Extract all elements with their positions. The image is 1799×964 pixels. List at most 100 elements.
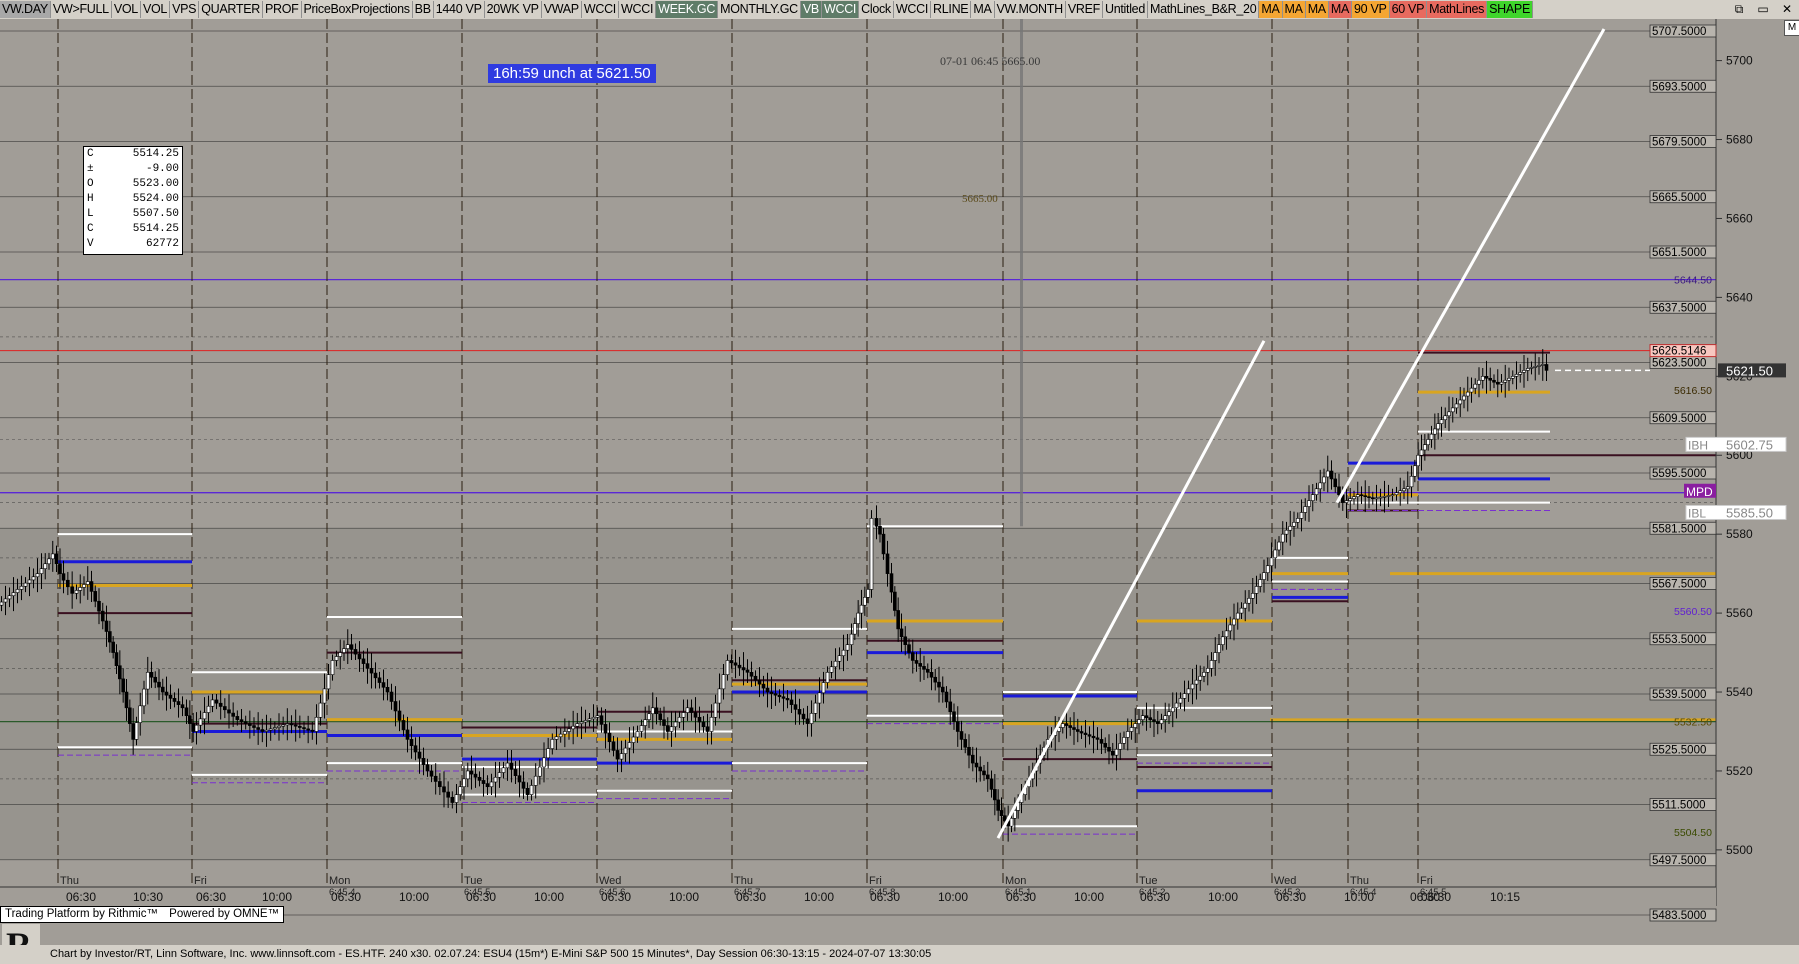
toolbar-button-2[interactable]: VOL [112, 1, 141, 18]
candle-body [465, 770, 470, 780]
toolbar-button-3[interactable]: VOL [141, 1, 171, 18]
candle-body [599, 715, 604, 725]
candle-body [1224, 630, 1229, 638]
price-box-label: 5525.5000 [1652, 744, 1706, 756]
toolbar-button-11[interactable]: VWAP [542, 1, 582, 18]
candle-body [1152, 719, 1156, 722]
candle-body [381, 682, 386, 688]
candle-body [223, 706, 227, 711]
candle-body [701, 721, 706, 728]
candle-body [310, 729, 315, 732]
toolbar-button-29[interactable]: MA [1328, 1, 1352, 18]
y-tick-label: 5680 [1726, 133, 1753, 147]
candle-body [322, 688, 327, 704]
y-tick-label: 5580 [1726, 527, 1753, 541]
candle-body [654, 707, 659, 715]
candle-body [1322, 476, 1326, 484]
price-box-label: 5511.5000 [1652, 800, 1706, 812]
toolbar-button-33[interactable]: SHAPE [1487, 1, 1533, 18]
y-tick-label: 5660 [1726, 211, 1753, 225]
candle-body [469, 770, 474, 775]
price-chart[interactable]: 07-01 06:45 5665.00 5665.00 5500 5520 5540 55… [0, 19, 1799, 945]
scale-mode-button[interactable]: M [1784, 20, 1799, 36]
toolbar-button-30[interactable]: 90 VP [1352, 1, 1390, 18]
candle-body [264, 729, 269, 732]
toolbar-button-18[interactable]: Clock [859, 1, 894, 18]
toolbar-button-6[interactable]: PROF [263, 1, 302, 18]
toolbar-button-32[interactable]: MathLines [1427, 1, 1488, 18]
toolbar-button-14[interactable]: WEEK.GC [656, 1, 719, 18]
candle-body [227, 709, 231, 714]
candle-body [188, 715, 192, 724]
candle-body [550, 739, 555, 749]
toolbar-button-13[interactable]: WCCI [619, 1, 657, 18]
toolbar-button-7[interactable]: PriceBoxProjections [302, 1, 413, 18]
toolbar-button-16[interactable]: VB [800, 1, 822, 18]
toolbar-button-25[interactable]: MathLines_B&R_20 [1148, 1, 1260, 18]
candle-body [856, 612, 860, 624]
candle-body [1280, 533, 1285, 543]
toolbar-button-23[interactable]: VREF [1066, 1, 1103, 18]
candle-body [893, 591, 897, 611]
toolbar-button-28[interactable]: MA [1305, 1, 1329, 18]
candle-body [859, 604, 864, 614]
candle-body [421, 758, 426, 765]
candle-body [365, 663, 370, 669]
candle-body [721, 674, 726, 690]
candle-body [43, 563, 48, 570]
toolbar-button-8[interactable]: BB [413, 1, 434, 18]
toolbar-button-17[interactable]: WCCI [821, 1, 860, 18]
candle-body [7, 595, 12, 600]
candle-body [985, 774, 990, 780]
candle-body [1398, 490, 1403, 494]
ohlc-row: C 5514.25 [84, 222, 182, 237]
candle-body [1174, 702, 1179, 709]
toolbar-button-19[interactable]: WCCI [894, 1, 932, 18]
candle-body [61, 573, 66, 581]
toolbar-button-9[interactable]: 1440 VP [434, 1, 485, 18]
candle-body [330, 660, 335, 675]
candle-body [725, 660, 730, 675]
toolbar-button-26[interactable]: MA [1259, 1, 1283, 18]
candle-body [1167, 711, 1171, 717]
toolbar-button-4[interactable]: VPS [170, 1, 200, 18]
toolbar-button-22[interactable]: VW.MONTH [995, 1, 1066, 18]
toolbar-button-31[interactable]: 60 VP [1389, 1, 1428, 18]
toolbar-button-15[interactable]: MONTHLY.GC [718, 1, 801, 18]
candle-body [1258, 579, 1263, 587]
toolbar-button-21[interactable]: MA [971, 1, 995, 18]
candle-body [1110, 750, 1115, 756]
toolbar-button-5[interactable]: QUARTER [199, 1, 263, 18]
candle-body [1429, 433, 1434, 440]
toolbar-button-0[interactable]: VW.DAY [0, 1, 51, 18]
maximize-icon[interactable]: ▭ [1751, 0, 1775, 19]
candle-body [1064, 723, 1069, 726]
candle-body [1205, 668, 1210, 673]
candle-body [1170, 707, 1175, 713]
toolbar-button-20[interactable]: RLINE [931, 1, 972, 18]
candle-body [693, 712, 698, 718]
toolbar-button-24[interactable]: Untitled [1103, 1, 1148, 18]
price-box-label: 5483.5000 [1652, 910, 1706, 922]
toolbar-button-12[interactable]: WCCI [582, 1, 619, 18]
close-icon[interactable]: ✕ [1775, 0, 1799, 19]
restore-icon[interactable]: ⧉ [1727, 0, 1751, 19]
candle-body [697, 716, 702, 723]
candle-body [1447, 411, 1451, 417]
candle-body [409, 739, 414, 746]
toolbar-button-1[interactable]: VW>FULL [51, 1, 112, 18]
candle-body [665, 725, 670, 732]
candle-body [0, 601, 4, 606]
candle-body [963, 739, 968, 748]
toolbar-button-27[interactable]: MA [1282, 1, 1306, 18]
candle-body [944, 691, 949, 703]
toolbar-button-10[interactable]: 20WK VP [485, 1, 542, 18]
ohlc-key: C [87, 223, 94, 235]
candle-body [603, 724, 608, 734]
candle-body [1137, 719, 1141, 724]
candle-body [1450, 407, 1455, 413]
candle-body [558, 733, 563, 738]
candle-body [737, 664, 742, 668]
candle-body [306, 728, 310, 731]
candle-body [1072, 727, 1076, 730]
